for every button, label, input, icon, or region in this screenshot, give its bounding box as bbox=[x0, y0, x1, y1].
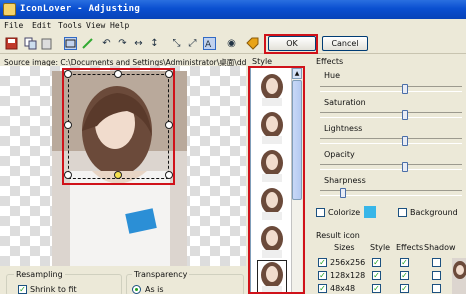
col-style-header: Style bbox=[370, 243, 391, 252]
size-48-checkbox[interactable]: ✓ bbox=[318, 284, 327, 293]
shadow-256-checkbox[interactable] bbox=[432, 258, 441, 267]
lightness-label: Lightness bbox=[324, 124, 363, 133]
crop-frame[interactable] bbox=[68, 74, 169, 179]
background-label: Background bbox=[410, 208, 458, 217]
shadow-128-checkbox[interactable] bbox=[432, 271, 441, 280]
shadow-48-checkbox[interactable] bbox=[432, 284, 441, 293]
opacity-slider[interactable] bbox=[320, 164, 462, 170]
crop-handle-right[interactable] bbox=[165, 121, 173, 129]
as-is-label: As is bbox=[145, 285, 164, 294]
auto-fit-icon[interactable]: A bbox=[203, 37, 216, 50]
crop-handle-top[interactable] bbox=[114, 70, 122, 78]
style-128-checkbox[interactable]: ✓ bbox=[372, 271, 381, 280]
lightness-slider[interactable] bbox=[320, 138, 462, 144]
saturation-slider[interactable] bbox=[320, 112, 462, 118]
crop-handle-bottom-right[interactable] bbox=[165, 171, 173, 179]
svg-text:A: A bbox=[205, 40, 212, 49]
preview-eye-icon[interactable]: ◉ bbox=[225, 37, 238, 50]
paste-icon[interactable] bbox=[40, 37, 53, 50]
resampling-label: Resampling bbox=[14, 270, 65, 279]
flip-vertical-icon[interactable]: ↕ bbox=[148, 37, 161, 50]
colorize-checkbox[interactable] bbox=[316, 208, 325, 217]
hue-slider-knob[interactable] bbox=[401, 84, 408, 94]
crop-handle-left[interactable] bbox=[64, 121, 72, 129]
cancel-button[interactable]: Cancel bbox=[322, 36, 368, 51]
select-icon[interactable] bbox=[64, 37, 77, 50]
shrink-to-fit-label: Shrink to fit bbox=[30, 285, 77, 294]
rotate-left-icon[interactable]: ↶ bbox=[100, 37, 113, 50]
toolbar: ↶ ↷ ↔ ↕ ⤡ ⤢ A ◉ OK Cancel bbox=[0, 34, 466, 54]
size-128-label: 128x128 bbox=[330, 271, 366, 280]
app-icon bbox=[3, 3, 16, 16]
copy-icon[interactable] bbox=[24, 37, 37, 50]
menu-view[interactable]: View bbox=[86, 21, 105, 30]
save-icon[interactable] bbox=[5, 37, 18, 50]
title-bar: IconLover - Adjusting bbox=[0, 0, 466, 19]
style-highlight-box bbox=[248, 66, 305, 294]
as-is-radio[interactable] bbox=[132, 285, 141, 294]
crop-handle-bottom[interactable] bbox=[114, 171, 122, 179]
menu-bar: File Edit Tools View Help bbox=[0, 19, 466, 34]
saturation-slider-knob[interactable] bbox=[401, 110, 408, 120]
size-256-label: 256x256 bbox=[330, 258, 366, 267]
hue-label: Hue bbox=[324, 71, 341, 80]
menu-help[interactable]: Help bbox=[110, 21, 129, 30]
hue-slider[interactable] bbox=[320, 86, 462, 92]
pen-icon[interactable] bbox=[81, 37, 94, 50]
tag-icon[interactable] bbox=[246, 37, 259, 50]
window-title: IconLover - Adjusting bbox=[20, 4, 141, 14]
colorize-color-swatch[interactable] bbox=[364, 206, 376, 218]
zoom-in-icon[interactable]: ⤡ bbox=[170, 37, 183, 50]
rotate-right-icon[interactable]: ↷ bbox=[116, 37, 129, 50]
style-48-checkbox[interactable]: ✓ bbox=[372, 284, 381, 293]
effects-128-checkbox[interactable]: ✓ bbox=[400, 271, 409, 280]
crop-handle-top-left[interactable] bbox=[64, 70, 72, 78]
menu-edit[interactable]: Edit bbox=[32, 21, 51, 30]
effects-48-checkbox[interactable]: ✓ bbox=[400, 284, 409, 293]
menu-file[interactable]: File bbox=[4, 21, 23, 30]
saturation-label: Saturation bbox=[324, 98, 366, 107]
opacity-slider-knob[interactable] bbox=[401, 162, 408, 172]
transparency-label: Transparency bbox=[132, 270, 190, 279]
shrink-to-fit-checkbox[interactable]: ✓ bbox=[18, 285, 27, 294]
size-256-checkbox[interactable]: ✓ bbox=[318, 258, 327, 267]
background-checkbox[interactable] bbox=[398, 208, 407, 217]
colorize-label: Colorize bbox=[328, 208, 361, 217]
size-48-label: 48x48 bbox=[330, 284, 356, 293]
col-sizes-header: Sizes bbox=[334, 243, 355, 252]
sharpness-label: Sharpness bbox=[324, 176, 366, 185]
col-effects-header: Effects bbox=[396, 243, 424, 252]
crop-highlight-box bbox=[62, 68, 175, 185]
opacity-label: Opacity bbox=[324, 150, 355, 159]
style-label: Style bbox=[252, 57, 273, 66]
result-icon-label: Result icon bbox=[316, 231, 360, 240]
sharpness-slider-knob[interactable] bbox=[340, 188, 347, 198]
flip-horizontal-icon[interactable]: ↔ bbox=[132, 37, 145, 50]
result-preview-thumb bbox=[452, 258, 466, 294]
col-shadow-header: Shadow bbox=[424, 243, 456, 252]
effects-label: Effects bbox=[316, 57, 344, 66]
size-128-checkbox[interactable]: ✓ bbox=[318, 271, 327, 280]
effects-256-checkbox[interactable]: ✓ bbox=[400, 258, 409, 267]
style-256-checkbox[interactable]: ✓ bbox=[372, 258, 381, 267]
ok-highlight-box bbox=[264, 34, 318, 54]
zoom-out-icon[interactable]: ⤢ bbox=[186, 37, 199, 50]
crop-handle-bottom-left[interactable] bbox=[64, 171, 72, 179]
lightness-slider-knob[interactable] bbox=[401, 136, 408, 146]
crop-handle-top-right[interactable] bbox=[165, 70, 173, 78]
menu-tools[interactable]: Tools bbox=[58, 21, 82, 30]
